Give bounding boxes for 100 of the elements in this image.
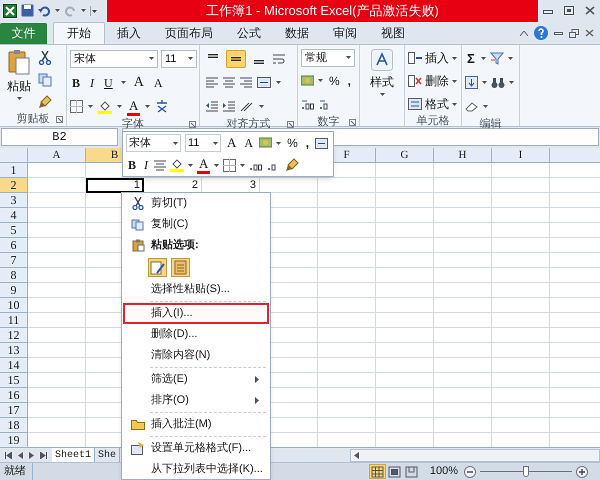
row-header[interactable]: 6	[0, 238, 28, 253]
caret-icon[interactable]	[88, 105, 93, 108]
phonetic-guide-icon[interactable]	[155, 100, 170, 114]
save-icon[interactable]	[21, 4, 34, 18]
next-sheet-icon[interactable]	[29, 452, 34, 459]
ribbon-tab[interactable]: 视图	[369, 22, 417, 44]
row-header[interactable]: 2	[0, 178, 28, 193]
caret-icon[interactable]	[482, 81, 487, 84]
column-header[interactable]: H	[434, 148, 492, 163]
menu-item[interactable]: 筛选(E)	[123, 369, 269, 390]
horizontal-scrollbar[interactable]	[350, 448, 600, 462]
align-center-icon[interactable]	[223, 77, 235, 88]
caret-icon[interactable]	[508, 57, 513, 60]
ribbon-tab[interactable]: 插入	[105, 22, 153, 44]
menu-item[interactable]: 选择性粘贴(S)...	[123, 279, 269, 300]
menu-item[interactable]: 插入(I)...	[123, 303, 269, 324]
menu-item[interactable]: 清除内容(N)	[123, 345, 269, 366]
paste-icon[interactable]	[148, 258, 167, 277]
caret-icon[interactable]	[173, 142, 178, 144]
customize-icon[interactable]	[90, 6, 97, 16]
align-center-icon[interactable]	[154, 160, 166, 170]
caret-icon[interactable]	[452, 56, 457, 60]
caret-icon[interactable]	[509, 81, 514, 84]
borders-icon[interactable]	[223, 158, 236, 172]
close-icon[interactable]	[584, 6, 595, 16]
scroll-left-icon[interactable]	[354, 452, 360, 459]
row-header[interactable]: 3	[0, 192, 28, 208]
caret-icon[interactable]	[318, 79, 323, 82]
fill-color-icon[interactable]	[170, 158, 184, 172]
sheet-tab[interactable]: Sheet1	[52, 448, 96, 463]
ribbon-tab[interactable]: 公式	[225, 22, 273, 44]
menu-item[interactable]: 复制(C)	[123, 214, 269, 235]
dialog-launcher-icon[interactable]	[56, 116, 63, 123]
percent-button[interactable]: %	[285, 134, 300, 152]
caret-icon[interactable]	[452, 102, 457, 106]
row-header[interactable]: 15	[0, 372, 28, 388]
sheet-tab[interactable]: She	[95, 448, 120, 463]
caret-icon[interactable]	[117, 105, 122, 108]
undo-icon[interactable]	[38, 4, 51, 17]
fill-color-icon[interactable]	[98, 100, 112, 114]
row-header[interactable]: 1	[0, 162, 28, 178]
cells-menu-button[interactable]: 插入	[408, 48, 457, 68]
sort-filter-icon[interactable]	[490, 52, 504, 66]
collapse-ribbon-icon[interactable]	[520, 30, 528, 36]
caret-icon[interactable]	[149, 57, 154, 60]
cells-menu-button[interactable]: 格式	[408, 94, 457, 114]
vertical-align-button[interactable]	[226, 50, 246, 68]
font-name-dropdown[interactable]: 宋体	[126, 134, 181, 152]
caret-icon[interactable]	[120, 81, 126, 84]
caret-icon[interactable]	[55, 9, 60, 12]
menu-item[interactable]: 删除(D)...	[123, 324, 269, 345]
menu-item[interactable]: 插入批注(M)	[123, 414, 269, 435]
copy-icon[interactable]	[38, 72, 54, 87]
maximize-icon[interactable]	[564, 6, 574, 16]
eraser-icon[interactable]	[465, 101, 479, 112]
caret-icon[interactable]	[16, 96, 22, 100]
row-header[interactable]: 9	[0, 282, 28, 298]
format-painter-icon[interactable]	[285, 158, 300, 172]
shrink-font-button[interactable]: A	[152, 74, 164, 92]
format-painter-icon[interactable]	[38, 94, 52, 109]
help-icon[interactable]	[534, 26, 548, 40]
menu-item[interactable]: 剪切(T)	[123, 193, 269, 214]
scissors-icon[interactable]	[38, 50, 52, 65]
caret-icon[interactable]	[81, 9, 86, 12]
restore-icon[interactable]	[569, 28, 579, 38]
styles-button[interactable]: 样式	[363, 48, 401, 111]
paste-values-icon[interactable]	[171, 258, 190, 277]
zoom-out-icon[interactable]	[464, 466, 476, 478]
close-icon[interactable]	[585, 29, 594, 38]
borders-icon[interactable]	[70, 100, 83, 114]
caret-icon[interactable]	[188, 164, 194, 166]
row-header[interactable]: 18	[0, 418, 28, 433]
row-header[interactable]: 7	[0, 252, 28, 268]
dialog-launcher-icon[interactable]	[287, 120, 294, 128]
dialog-launcher-icon[interactable]	[189, 120, 196, 128]
merge-center-icon[interactable]	[315, 138, 328, 148]
italic-button[interactable]: I	[88, 74, 96, 92]
column-header[interactable]: I	[492, 148, 550, 163]
caret-icon[interactable]	[380, 92, 384, 96]
slider-thumb[interactable]	[523, 466, 529, 477]
column-header[interactable]: G	[376, 148, 434, 163]
comma-button[interactable]: ,	[304, 134, 312, 152]
caret-icon[interactable]	[145, 105, 150, 108]
caret-icon[interactable]	[346, 56, 351, 60]
file-tab[interactable]: 文件	[0, 22, 47, 44]
last-sheet-icon[interactable]	[40, 452, 47, 459]
row-header[interactable]: 14	[0, 358, 28, 373]
increase-decimal-icon[interactable]	[301, 99, 315, 110]
cells-menu-button[interactable]: 删除	[408, 72, 457, 91]
ribbon-tab[interactable]: 数据	[273, 22, 321, 44]
underline-button[interactable]: U	[102, 74, 115, 92]
shrink-font-button[interactable]: A	[242, 134, 256, 152]
caret-icon[interactable]	[276, 81, 281, 84]
currency-icon[interactable]	[301, 74, 314, 87]
row-header[interactable]: 12	[0, 328, 28, 343]
bold-button[interactable]: B	[70, 74, 82, 92]
caret-icon[interactable]	[188, 57, 193, 60]
table-cell[interactable]: 2	[144, 178, 202, 193]
caret-icon[interactable]	[240, 164, 246, 166]
font-size-dropdown[interactable]: 11	[161, 50, 197, 68]
